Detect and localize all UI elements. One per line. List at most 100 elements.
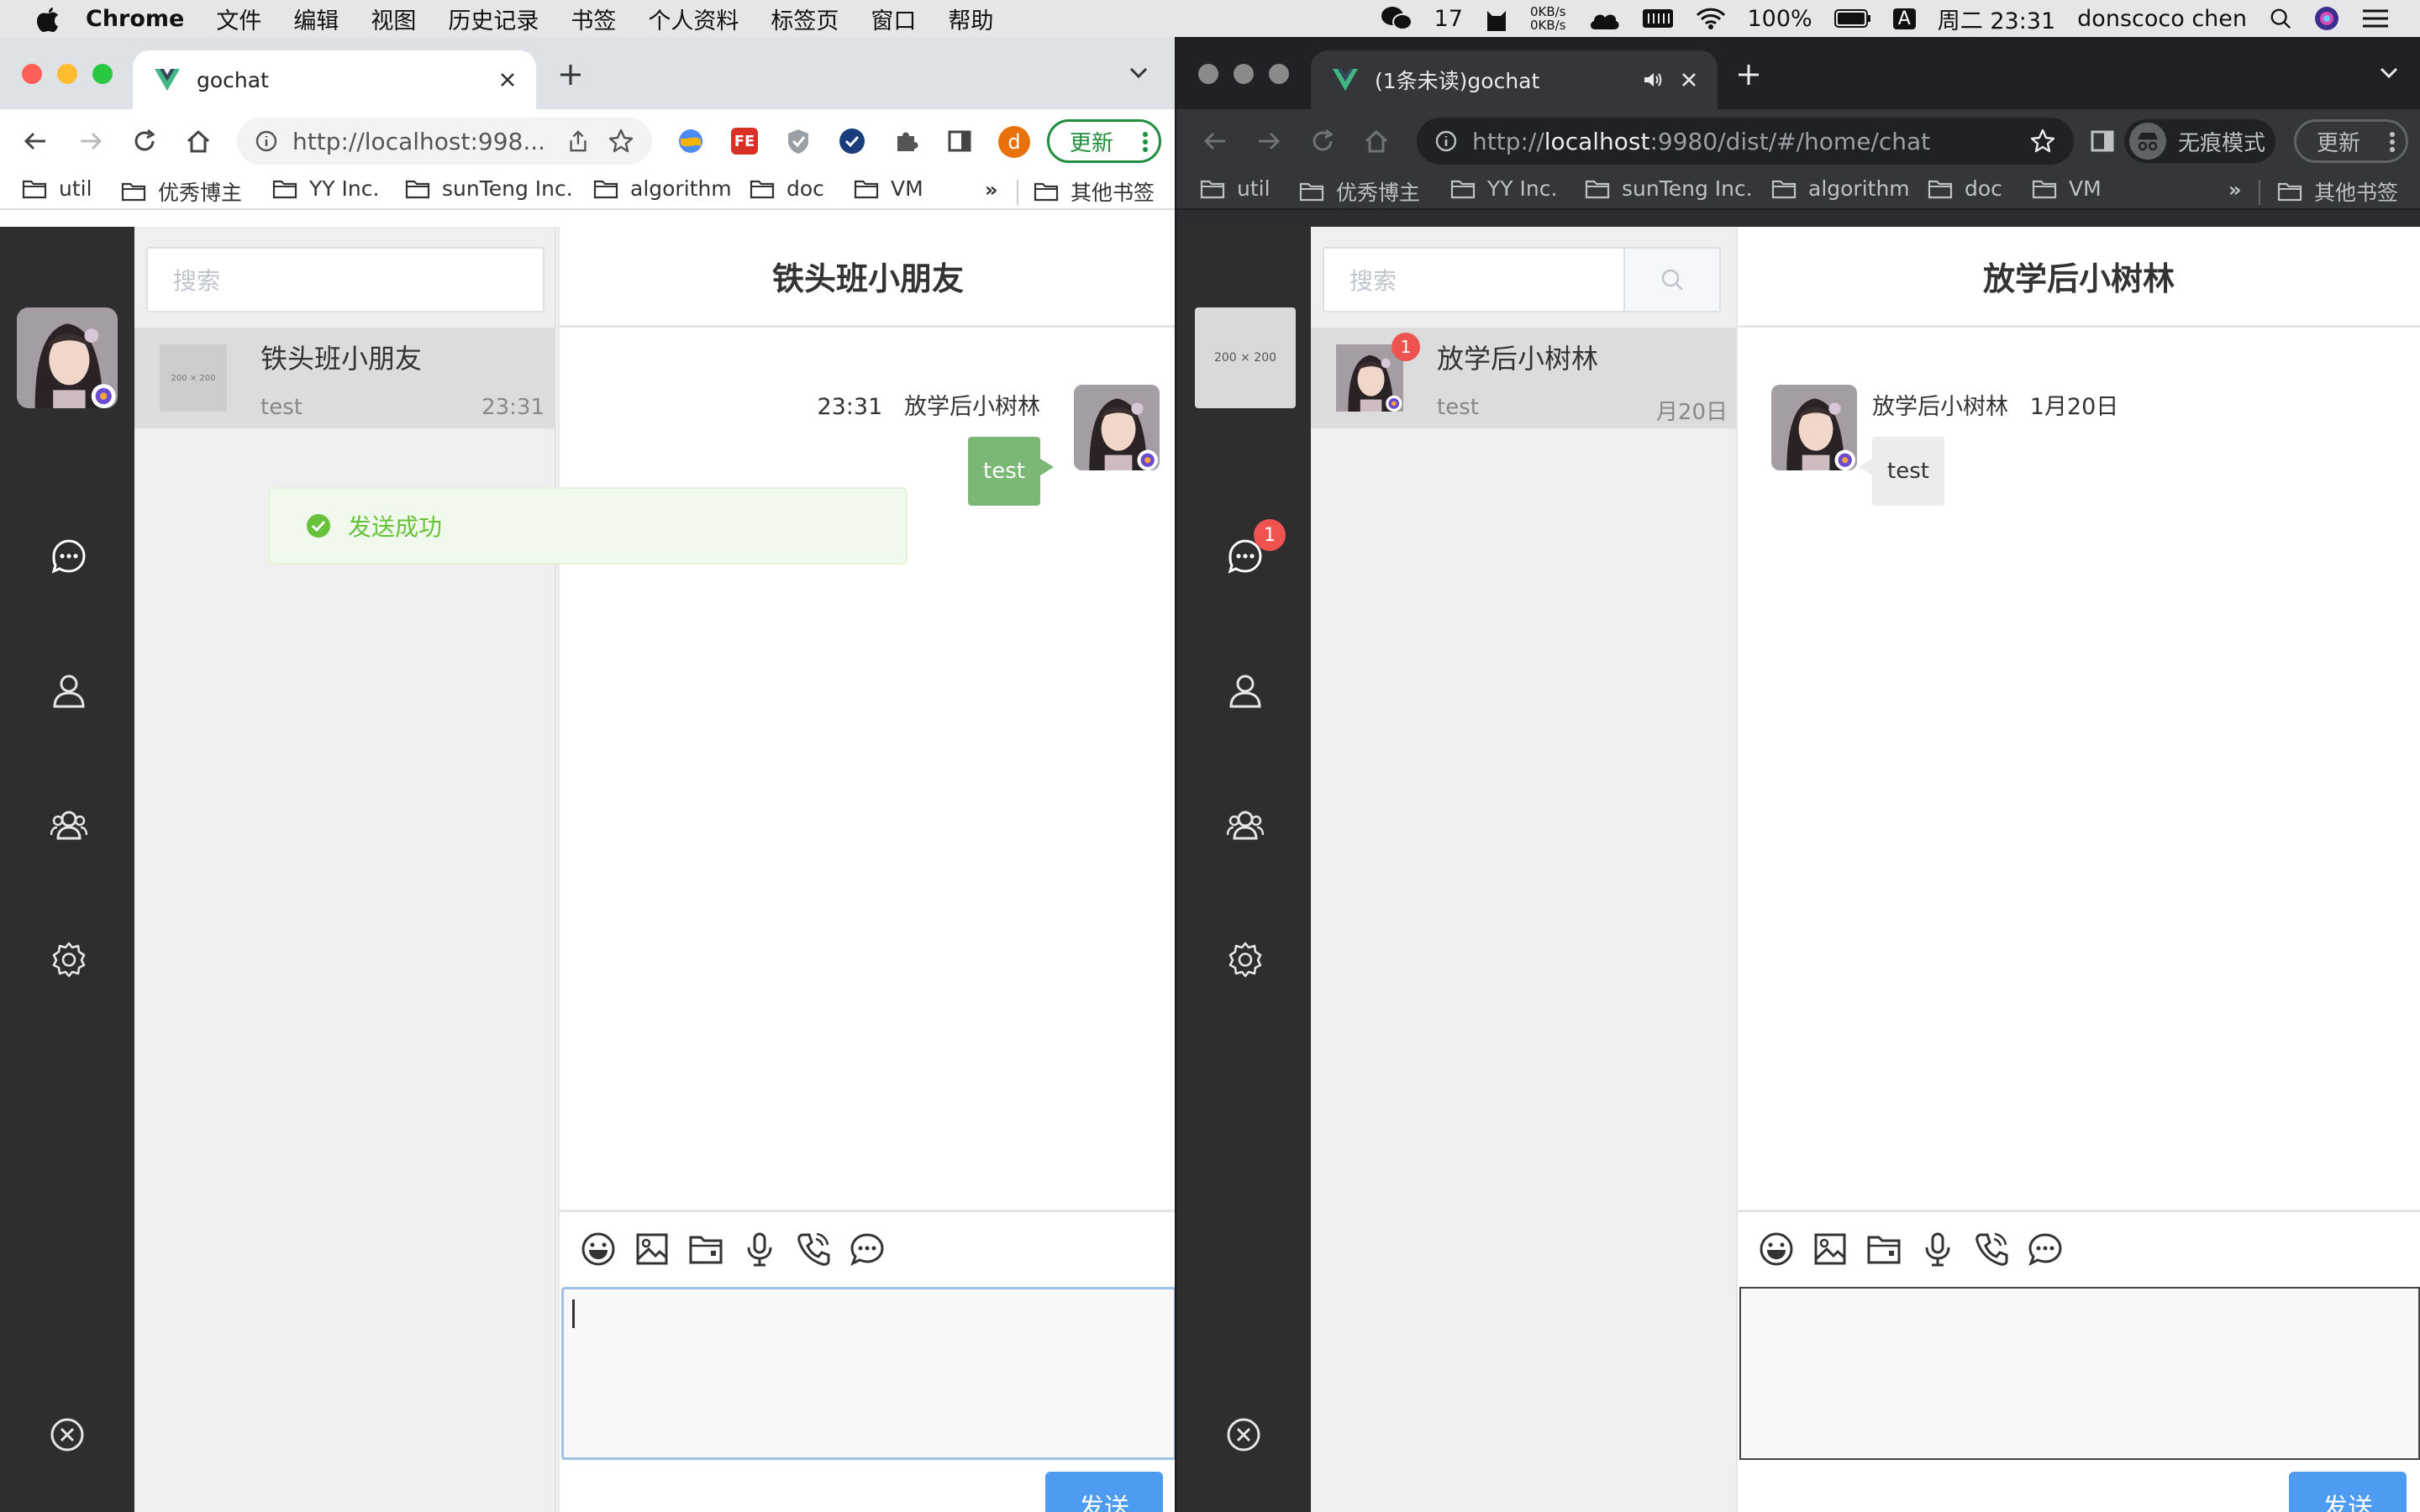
- bookmark-doc[interactable]: doc: [750, 176, 824, 201]
- minimize-window-button[interactable]: [57, 64, 77, 84]
- extension-check-icon[interactable]: [839, 128, 865, 155]
- bookmarks-overflow[interactable]: »: [985, 178, 998, 202]
- update-button[interactable]: 更新: [2294, 119, 2408, 163]
- bookmark-star-icon[interactable]: [608, 129, 634, 154]
- user-name[interactable]: donscoco chen: [2077, 6, 2247, 32]
- menu-window[interactable]: 窗口: [871, 3, 916, 35]
- extension-globe-icon[interactable]: [677, 128, 704, 155]
- group-icon[interactable]: [50, 806, 87, 843]
- session-item[interactable]: 200 × 200 铁头班小朋友 test 23:31: [134, 328, 555, 428]
- file-icon[interactable]: [1865, 1231, 1902, 1268]
- bookmark-util[interactable]: util: [22, 176, 92, 201]
- settings-gear-icon[interactable]: [50, 941, 87, 978]
- bookmark-other[interactable]: 其他书签: [2277, 176, 2398, 207]
- menu-help[interactable]: 帮助: [948, 3, 993, 35]
- tab-gochat[interactable]: (1条未读)gochat: [1311, 50, 1718, 109]
- bookmark-doc[interactable]: doc: [1928, 176, 2002, 201]
- audio-playing-icon[interactable]: [1642, 70, 1662, 90]
- input-method-indicator[interactable]: A: [1892, 8, 1916, 29]
- site-info-icon[interactable]: [255, 130, 277, 152]
- side-panel-icon[interactable]: [2089, 128, 2116, 155]
- tab-search-chevron-icon[interactable]: [1129, 67, 1148, 79]
- bookmark-sunteng[interactable]: sunTeng Inc.: [1585, 176, 1753, 201]
- address-bar[interactable]: http://localhost:9980/dist/#/home/chat: [1417, 118, 2074, 165]
- menu-bookmarks[interactable]: 书签: [571, 3, 616, 35]
- cloud-icon[interactable]: [1588, 8, 1620, 29]
- extensions-puzzle-icon[interactable]: [892, 128, 919, 155]
- minimize-window-button[interactable]: [1234, 64, 1254, 84]
- chat-history-icon[interactable]: [2027, 1231, 2064, 1268]
- send-button[interactable]: 发送: [1045, 1472, 1163, 1512]
- url-text[interactable]: http://localhost:998...: [292, 128, 548, 155]
- more-menu-icon[interactable]: [2389, 132, 2396, 152]
- address-bar[interactable]: http://localhost:998...: [237, 118, 652, 165]
- close-window-button[interactable]: [22, 64, 42, 84]
- emoji-icon[interactable]: [580, 1231, 617, 1268]
- user-avatar[interactable]: [17, 307, 118, 408]
- menu-file[interactable]: 文件: [216, 3, 261, 35]
- phone-call-icon[interactable]: [795, 1231, 832, 1268]
- reload-icon[interactable]: [131, 128, 158, 155]
- forward-icon[interactable]: [77, 128, 104, 155]
- bookmark-bloggers[interactable]: 优秀博主: [121, 176, 242, 207]
- control-center-icon[interactable]: [2361, 8, 2390, 29]
- side-panel-icon[interactable]: [946, 128, 973, 155]
- search-button[interactable]: [1623, 249, 1719, 311]
- bookmark-algorithm[interactable]: algorithm: [593, 176, 732, 201]
- microphone-icon[interactable]: [741, 1231, 778, 1268]
- spotlight-search-icon[interactable]: [2269, 7, 2292, 30]
- contacts-icon[interactable]: [1227, 672, 1264, 709]
- tab-gochat[interactable]: gochat: [133, 50, 536, 109]
- bookmark-other[interactable]: 其他书签: [1034, 176, 1155, 207]
- profile-avatar[interactable]: d: [998, 126, 1030, 158]
- extension-shield-icon[interactable]: [785, 128, 812, 155]
- message-avatar[interactable]: [1771, 385, 1857, 470]
- tab-search-chevron-icon[interactable]: [2380, 67, 2398, 79]
- bookmark-star-icon[interactable]: [2030, 129, 2055, 154]
- settings-gear-icon[interactable]: [1227, 941, 1264, 978]
- chat-icon[interactable]: [50, 538, 87, 575]
- menu-edit[interactable]: 编辑: [293, 3, 339, 35]
- url-text[interactable]: http://localhost:9980/dist/#/home/chat: [1472, 128, 2012, 155]
- forward-icon[interactable]: [1255, 128, 1282, 155]
- extension-fe-icon[interactable]: FE: [731, 128, 758, 155]
- wechat-icon[interactable]: [1381, 5, 1413, 32]
- new-tab-icon[interactable]: [1736, 62, 1761, 87]
- logout-icon[interactable]: [49, 1416, 86, 1453]
- back-icon[interactable]: [22, 128, 49, 155]
- site-info-icon[interactable]: [1435, 130, 1457, 152]
- home-icon[interactable]: [1363, 128, 1390, 155]
- bookmark-bloggers[interactable]: 优秀博主: [1299, 176, 1420, 207]
- user-avatar-placeholder[interactable]: 200 × 200: [1195, 307, 1296, 408]
- logout-icon[interactable]: [1225, 1416, 1262, 1453]
- contacts-icon[interactable]: [50, 672, 87, 709]
- battery-icon[interactable]: [1833, 8, 1871, 29]
- update-button[interactable]: 更新: [1047, 119, 1161, 163]
- zoom-window-button[interactable]: [1269, 64, 1289, 84]
- chat-history-icon[interactable]: [849, 1231, 886, 1268]
- message-input[interactable]: [561, 1287, 1176, 1460]
- back-icon[interactable]: [1202, 128, 1228, 155]
- zoom-window-button[interactable]: [92, 64, 113, 84]
- share-icon[interactable]: [566, 129, 590, 154]
- send-button[interactable]: 发送: [2289, 1472, 2407, 1512]
- siri-icon[interactable]: [2314, 6, 2339, 31]
- home-icon[interactable]: [185, 128, 212, 155]
- bookmark-yy[interactable]: YY Inc.: [272, 176, 379, 201]
- image-icon[interactable]: [1812, 1231, 1849, 1268]
- new-tab-icon[interactable]: [558, 62, 583, 87]
- image-icon[interactable]: [634, 1231, 671, 1268]
- session-item[interactable]: 1 放学后小树林 test 月20日: [1311, 328, 1738, 428]
- bookmark-vm[interactable]: VM: [854, 176, 923, 201]
- clock[interactable]: 周二 23:31: [1938, 3, 2055, 35]
- group-icon[interactable]: [1227, 806, 1264, 843]
- menu-tabs[interactable]: 标签页: [771, 3, 839, 35]
- file-icon[interactable]: [687, 1231, 724, 1268]
- more-menu-icon[interactable]: [1142, 132, 1149, 152]
- reload-icon[interactable]: [1309, 128, 1336, 155]
- memory-icon[interactable]: [1642, 8, 1674, 29]
- bookmarks-overflow[interactable]: »: [2228, 178, 2242, 202]
- search-input[interactable]: 搜索: [1323, 247, 1721, 312]
- menu-profiles[interactable]: 个人资料: [648, 3, 739, 35]
- message-avatar[interactable]: [1074, 385, 1160, 470]
